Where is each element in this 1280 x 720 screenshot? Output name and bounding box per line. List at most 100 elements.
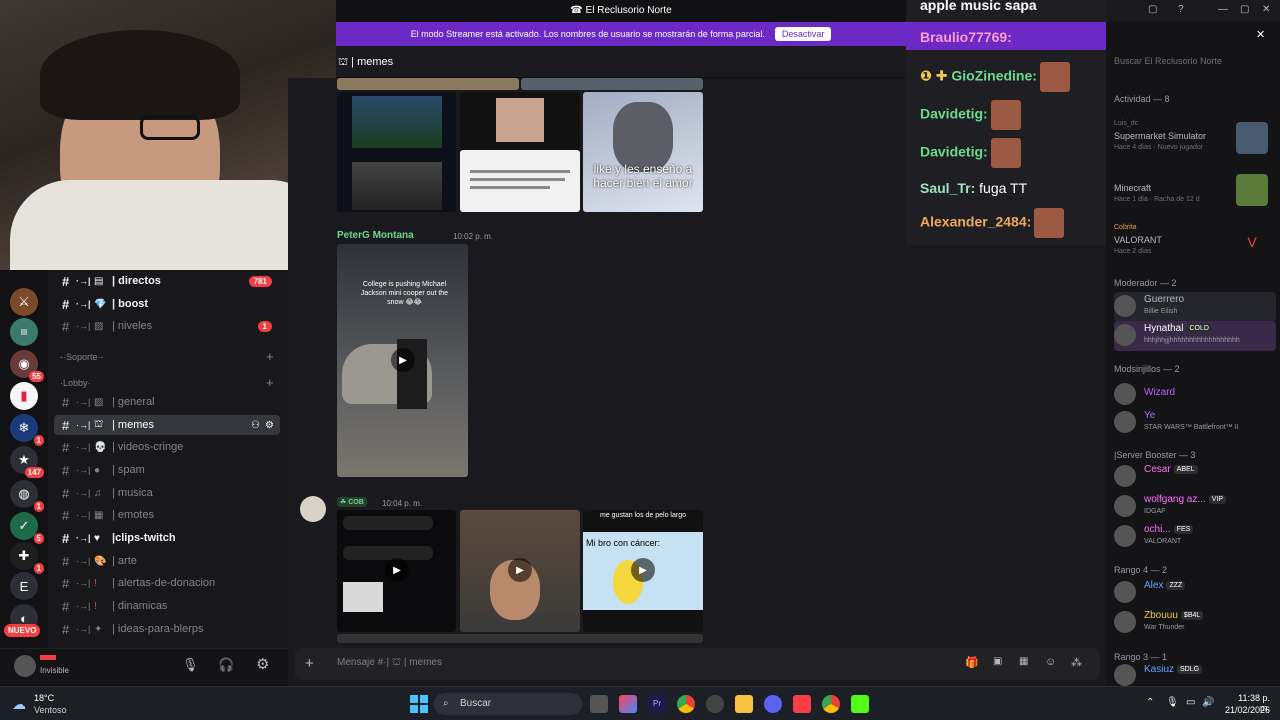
- message-image[interactable]: [337, 634, 703, 643]
- member-row[interactable]: Hynathal COLD hhhjhhjjjhhhhhhhhhhhhhhhhhh: [1114, 321, 1276, 351]
- taskbar-search[interactable]: ⌕ Buscar: [434, 693, 582, 715]
- channel-musica[interactable]: # ·→| ♫ | musica: [54, 483, 280, 503]
- server-icon[interactable]: ▮: [10, 382, 38, 410]
- microphone-tray-icon[interactable]: 🎙: [1166, 697, 1179, 708]
- channel-spam[interactable]: # ·→| ● | spam: [54, 460, 280, 480]
- message-image[interactable]: [521, 78, 703, 90]
- channel-clips-twitch[interactable]: # ·→| ♥ |clips-twitch: [54, 528, 280, 548]
- play-icon[interactable]: ▶: [631, 558, 655, 582]
- message-image[interactable]: [337, 92, 456, 212]
- app-icon[interactable]: [706, 695, 724, 713]
- invite-icon[interactable]: ⚇: [251, 420, 260, 431]
- message-video[interactable]: ▶: [337, 510, 456, 632]
- play-icon[interactable]: ▶: [391, 348, 415, 372]
- channel-boost[interactable]: # ·→| 💎 | boost: [54, 294, 280, 314]
- channel-memes[interactable]: # ·→| ⛫ | memes ⚇ ⚙: [54, 415, 280, 435]
- member-row[interactable]: Kasiuz SDLG: [1114, 664, 1276, 686]
- file-explorer-icon[interactable]: [735, 695, 753, 713]
- settings-icon[interactable]: ⚙: [256, 655, 269, 673]
- message-video[interactable]: College is pushing Michael Jackson mini …: [337, 244, 468, 477]
- channel-directos[interactable]: # ·→| ▤ | directos 781: [54, 271, 280, 291]
- chrome-icon[interactable]: [677, 695, 695, 713]
- gift-icon[interactable]: 🎁: [965, 656, 979, 669]
- channel-niveles[interactable]: # ·→| ▨ | niveles 1: [54, 316, 280, 336]
- play-icon[interactable]: ▶: [385, 558, 409, 582]
- create-channel-icon[interactable]: +: [266, 375, 274, 390]
- channel-general[interactable]: # ·→| ▨ | general: [54, 392, 280, 412]
- server-icon[interactable]: ▤: [10, 318, 38, 346]
- server-icon[interactable]: ◉ 55: [10, 350, 44, 382]
- channel-emotes[interactable]: # ·→| ▦ | emotes: [54, 505, 280, 525]
- apps-icon[interactable]: ⁂: [1071, 656, 1082, 669]
- message-video[interactable]: me gustan los de pelo largo Mi bro con c…: [583, 510, 703, 632]
- close-banner-icon[interactable]: ✕: [1256, 28, 1265, 41]
- channel-videos-cringe[interactable]: # ·→| 💀 | videos-cringe: [54, 437, 280, 457]
- kick-icon[interactable]: [851, 695, 869, 713]
- play-icon[interactable]: ▶: [508, 558, 532, 582]
- gif-icon[interactable]: ▣: [993, 656, 1002, 667]
- avatar[interactable]: [14, 655, 36, 677]
- close-icon[interactable]: ✕: [1262, 4, 1270, 15]
- server-icon[interactable]: ◍ 1: [10, 480, 44, 512]
- member-row[interactable]: Wizard: [1114, 380, 1276, 410]
- server-icon[interactable]: ✚ 1: [10, 542, 44, 574]
- gear-icon[interactable]: ⚙: [265, 420, 274, 431]
- add-attachment-icon[interactable]: +: [305, 655, 314, 672]
- discord-icon[interactable]: [764, 695, 782, 713]
- weather-icon[interactable]: ☁: [12, 696, 26, 713]
- message-author[interactable]: PeterG Montana: [337, 230, 414, 241]
- channel-dinamicas[interactable]: # ·→|! | dinamicas: [54, 596, 280, 616]
- sticker-icon[interactable]: ▦: [1019, 656, 1028, 667]
- message-image[interactable]: [460, 150, 580, 212]
- help-icon[interactable]: ?: [1178, 4, 1184, 15]
- category-soporte[interactable]: -·Soporte·-: [60, 352, 104, 362]
- server-icon[interactable]: ★ 147: [10, 446, 44, 478]
- maximize-icon[interactable]: ▢: [1240, 4, 1249, 15]
- activity-card[interactable]: Cobrita VALORANT Hace 2 días V: [1114, 224, 1274, 268]
- server-search-input[interactable]: Buscar El Reclusorio Norte: [1114, 56, 1222, 66]
- chevron-up-icon[interactable]: ⌃: [1146, 697, 1154, 708]
- emoji-icon[interactable]: ☺: [1045, 656, 1056, 668]
- disable-streamer-button[interactable]: Desactivar: [774, 27, 832, 41]
- server-icon[interactable]: ⚔: [10, 288, 38, 316]
- channel-alertas-de-donacion[interactable]: # ·→|! | alertas-de-donacion: [54, 573, 280, 593]
- activity-card[interactable]: Minecraft Hace 1 día · Racha de 12 d: [1114, 172, 1274, 216]
- minimize-icon[interactable]: —: [1218, 4, 1228, 15]
- member-row[interactable]: Guerrero Billie Eilish: [1114, 292, 1276, 322]
- server-icon[interactable]: ✓ 5: [10, 512, 44, 544]
- message-video[interactable]: ▶: [460, 510, 580, 632]
- copilot-icon[interactable]: [619, 695, 637, 713]
- music-icon[interactable]: [793, 695, 811, 713]
- volume-icon[interactable]: 🔊: [1202, 697, 1214, 708]
- message-input-bar[interactable]: + Mensaje #·| ⛫ | memes 🎁 ▣ ▦ ☺ ⁂: [295, 648, 1100, 680]
- activity-card[interactable]: Luis_dc Supermarket Simulator Hace 4 día…: [1114, 120, 1274, 164]
- server-icon[interactable]: ❄ 1: [10, 414, 44, 446]
- avatar[interactable]: [300, 496, 326, 522]
- group-header: Modsirijillos — 2: [1114, 364, 1180, 374]
- headphones-icon[interactable]: 🎧: [218, 657, 234, 673]
- channel-ideas-para-blerps[interactable]: # ·→| ✦ | ideas-para-blerps: [54, 619, 280, 639]
- category-lobby[interactable]: ·Lobby·: [60, 378, 91, 388]
- message-image[interactable]: [337, 78, 519, 90]
- premiere-icon[interactable]: Pr: [648, 695, 666, 713]
- member-row[interactable]: Cesar ABEL: [1114, 462, 1276, 492]
- channel-arte[interactable]: # ·→| 🎨 | arte: [54, 551, 280, 571]
- member-row[interactable]: Ye STAR WARS™ Battlefront™ II: [1114, 408, 1276, 438]
- clock-date[interactable]: 21/02/2026: [1222, 705, 1270, 715]
- server-icon[interactable]: E: [10, 572, 38, 600]
- network-icon[interactable]: ▭: [1186, 697, 1195, 708]
- message-input[interactable]: Mensaje #·| ⛫ | memes: [337, 657, 442, 670]
- message-image[interactable]: like y les enseño a hacer bien el amor: [583, 92, 703, 212]
- chrome-profile-icon[interactable]: [822, 695, 840, 713]
- member-row[interactable]: ochi... FES VALORANT: [1114, 522, 1276, 552]
- task-view-icon[interactable]: [590, 695, 608, 713]
- member-row[interactable]: Alex ZZZ: [1114, 578, 1276, 608]
- start-button[interactable]: [410, 695, 428, 713]
- create-channel-icon[interactable]: +: [266, 349, 274, 364]
- inbox-icon[interactable]: ▢: [1148, 4, 1157, 15]
- message-author[interactable]: ☘ COB: [337, 497, 367, 508]
- member-row[interactable]: Zbouuu $B4L War Thunder: [1114, 608, 1276, 638]
- member-row[interactable]: wolfgang az... VIP IDGAF: [1114, 492, 1276, 522]
- message-image[interactable]: [460, 92, 580, 150]
- microphone-icon[interactable]: 🎙: [182, 657, 199, 673]
